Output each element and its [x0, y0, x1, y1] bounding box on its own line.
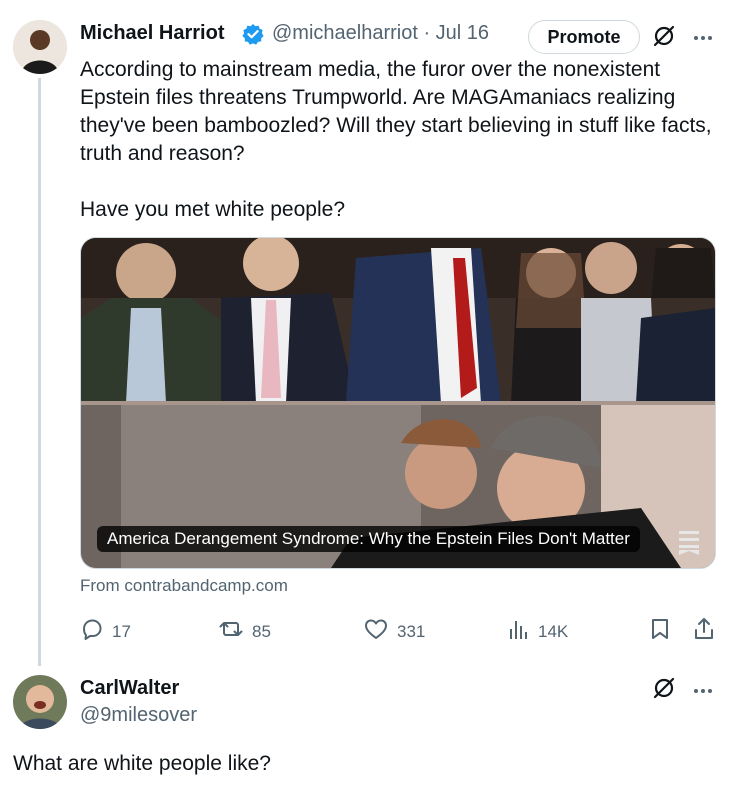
- views-action[interactable]: 14K: [508, 617, 568, 646]
- bookmark-icon[interactable]: [649, 617, 671, 641]
- reply-icon: [80, 617, 104, 646]
- reply-more-icon[interactable]: [692, 683, 714, 693]
- promote-button[interactable]: Promote: [528, 20, 640, 54]
- views-count: 14K: [538, 621, 569, 641]
- like-action[interactable]: 331: [363, 617, 425, 646]
- repost-count: 85: [252, 621, 271, 641]
- like-count: 331: [397, 621, 426, 641]
- grok-icon[interactable]: [652, 24, 676, 48]
- card-source[interactable]: From contrabandcamp.com: [80, 576, 288, 596]
- repost-icon: [218, 617, 244, 646]
- like-icon: [363, 617, 389, 646]
- article-icon: [677, 528, 701, 556]
- reply-author-name[interactable]: CarlWalter: [80, 677, 179, 700]
- verified-badge-icon: [242, 23, 264, 45]
- author-handle-date[interactable]: @michaelharriot · Jul 16: [272, 22, 489, 45]
- reply-count: 17: [112, 621, 131, 641]
- reply-author-handle[interactable]: @9milesover: [80, 704, 197, 727]
- author-name[interactable]: Michael Harriot: [80, 22, 224, 45]
- reply-author-avatar[interactable]: [13, 675, 67, 729]
- reply-grok-icon[interactable]: [652, 676, 676, 700]
- thread-line: [38, 78, 41, 666]
- card-image: [81, 238, 715, 568]
- share-icon[interactable]: [692, 616, 716, 642]
- reply-text: What are white people like?: [13, 752, 271, 775]
- author-avatar[interactable]: [13, 20, 67, 74]
- views-icon: [508, 617, 530, 646]
- tweet-text: According to mainstream media, the furor…: [80, 58, 712, 221]
- more-icon[interactable]: [692, 30, 714, 40]
- reply-action[interactable]: 17: [80, 617, 131, 646]
- repost-action[interactable]: 85: [218, 617, 271, 646]
- card-title: America Derangement Syndrome: Why the Ep…: [97, 526, 640, 552]
- link-card[interactable]: America Derangement Syndrome: Why the Ep…: [80, 237, 716, 569]
